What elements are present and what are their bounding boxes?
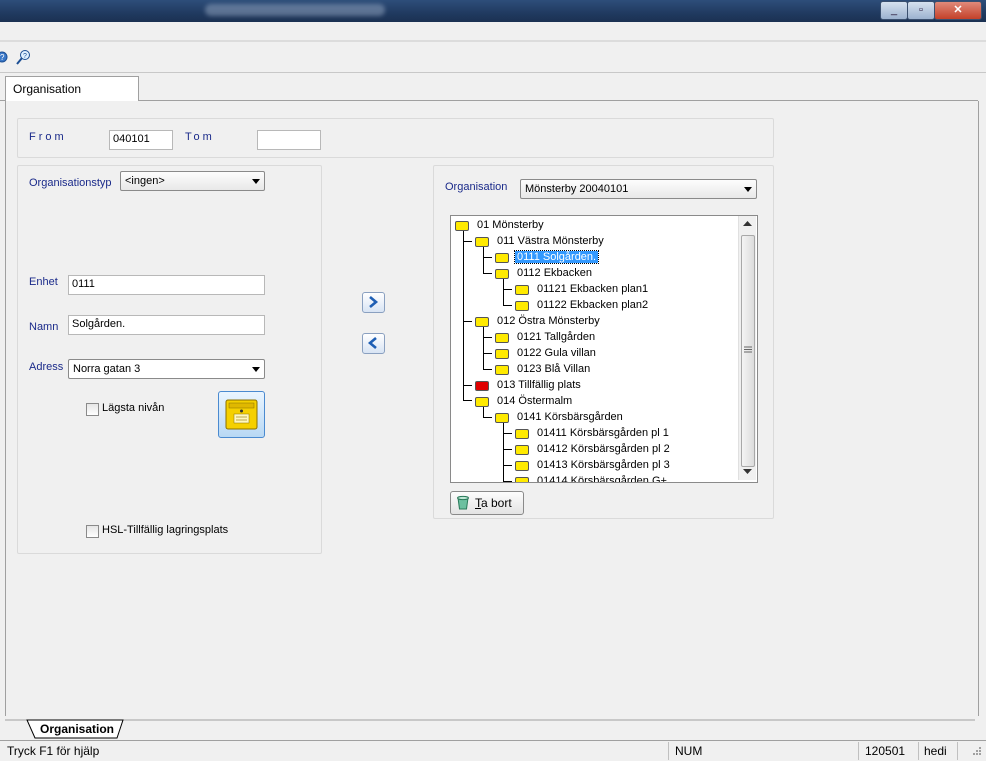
folder-icon	[515, 285, 529, 295]
folder-icon	[495, 253, 509, 263]
remove-button-label: Ta bort	[475, 496, 512, 510]
bottom-tab-organisation[interactable]: Organisation	[40, 722, 114, 736]
folder-icon	[475, 237, 489, 247]
org-type-value: <ingen>	[125, 175, 165, 187]
status-bar: Tryck F1 för hjälp NUM 120501 hedi	[0, 740, 986, 761]
status-divider	[957, 742, 958, 760]
from-label: From	[29, 131, 67, 143]
folder-icon	[495, 365, 509, 375]
folder-icon	[475, 317, 489, 327]
move-left-button[interactable]	[362, 333, 385, 354]
address-book-button[interactable]	[218, 391, 265, 438]
help-icon[interactable]: ?	[0, 50, 8, 64]
maximize-button[interactable]: ▫	[907, 1, 935, 20]
tab-label: Organisation	[13, 82, 82, 96]
resize-grip-icon[interactable]	[970, 746, 982, 758]
toolbar-divider	[0, 40, 986, 42]
org-type-select[interactable]: <ingen>	[120, 171, 265, 191]
status-divider	[668, 742, 669, 760]
to-field[interactable]	[257, 130, 321, 150]
org-type-label: Organisationstyp	[29, 177, 112, 189]
toolbar	[0, 22, 986, 73]
bottom-tab-strip	[5, 719, 975, 739]
folder-red-icon	[475, 381, 489, 391]
hsl-label: HSL-Tillfällig lagringsplats	[102, 524, 229, 536]
close-button[interactable]: ✕	[934, 1, 982, 20]
tab-organisation[interactable]: Organisation	[5, 76, 139, 102]
name-field[interactable]: Solgården.	[68, 315, 265, 335]
status-help: Tryck F1 för hjälp	[7, 744, 100, 758]
chevron-down-icon	[252, 179, 260, 184]
status-user: hedi	[924, 744, 947, 758]
remove-button[interactable]: Ta bort	[450, 491, 524, 515]
search-icon[interactable]: ?	[15, 49, 33, 66]
folder-icon	[475, 397, 489, 407]
move-right-button[interactable]	[362, 292, 385, 313]
to-label: Tom	[185, 131, 215, 143]
status-divider	[858, 742, 859, 760]
grip-icon	[744, 346, 752, 353]
hsl-checkbox[interactable]	[86, 525, 99, 538]
address-select[interactable]: Norra gatan 3	[68, 359, 265, 379]
remove-button-rest: a bort	[481, 496, 512, 510]
status-divider	[918, 742, 919, 760]
mailbox-icon	[225, 399, 258, 430]
name-label: Namn	[29, 321, 59, 333]
scroll-down-icon[interactable]	[743, 469, 752, 475]
lowest-level-label: Lägsta nivån	[102, 402, 165, 414]
folder-icon	[495, 333, 509, 343]
organisation-value: Mönsterby 20040101	[525, 183, 629, 195]
from-field[interactable]: 040101	[109, 130, 173, 150]
folder-icon	[495, 413, 509, 423]
svg-text:?: ?	[23, 53, 27, 60]
svg-text:?: ?	[0, 53, 5, 62]
folder-icon	[455, 221, 469, 231]
chevron-down-icon	[744, 187, 752, 192]
folder-icon	[495, 269, 509, 279]
chevron-right-icon	[369, 296, 379, 308]
folder-icon	[495, 349, 509, 359]
window-title-blurred	[205, 4, 385, 16]
scroll-thumb[interactable]	[741, 235, 755, 467]
scroll-up-icon[interactable]	[743, 221, 752, 227]
folder-icon	[515, 301, 529, 311]
minimize-button[interactable]: _	[880, 1, 908, 20]
trash-icon	[457, 495, 469, 510]
organisation-select[interactable]: Mönsterby 20040101	[520, 179, 757, 199]
address-value: Norra gatan 3	[73, 363, 141, 375]
lowest-level-checkbox[interactable]	[86, 403, 99, 416]
folder-icon	[515, 477, 529, 482]
chevron-left-icon	[367, 337, 377, 349]
status-code: 120501	[865, 744, 906, 758]
unit-label: Enhet	[29, 276, 58, 288]
unit-field[interactable]: 0111	[68, 275, 265, 295]
title-bar: _ ▫ ✕	[0, 0, 986, 22]
status-num: NUM	[675, 744, 703, 758]
folder-icon	[515, 429, 529, 439]
folder-icon	[515, 445, 529, 455]
tree-scrollbar[interactable]	[738, 216, 756, 480]
organisation-label: Organisation	[445, 181, 508, 193]
address-label: Adress	[29, 361, 64, 373]
organisation-tree[interactable]: 01 Mönsterby 011 Västra Mönsterby 0111 S…	[450, 215, 758, 483]
folder-icon	[515, 461, 529, 471]
chevron-down-icon	[252, 367, 260, 372]
